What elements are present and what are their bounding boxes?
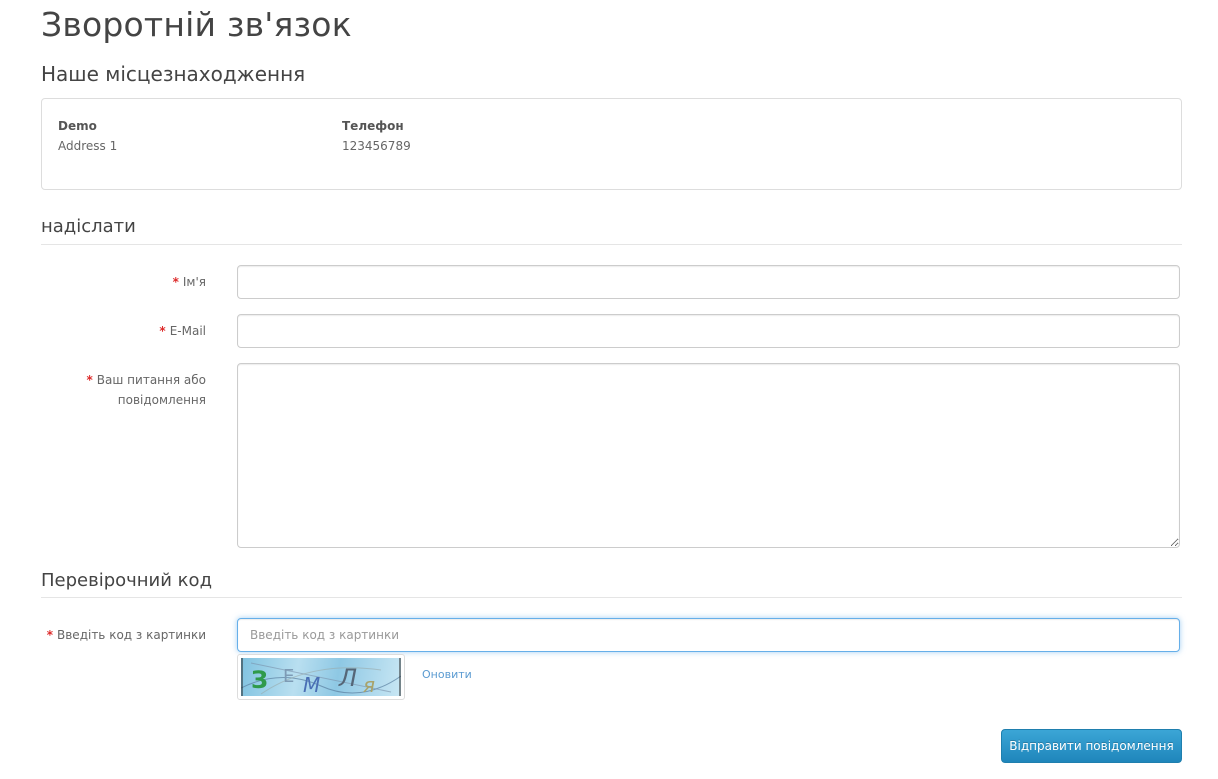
required-mark: *	[159, 324, 166, 338]
captcha-letter: М	[303, 673, 320, 696]
captcha-label: * Введіть код з картинки	[0, 625, 206, 645]
captcha-letter: Е	[283, 666, 294, 687]
name-input[interactable]	[237, 265, 1180, 299]
captcha-letter: З	[251, 666, 268, 694]
location-heading: Наше місцезнаходження	[41, 62, 306, 86]
captcha-image-frame: З Е М Л я	[237, 654, 405, 700]
enquiry-textarea[interactable]	[237, 363, 1180, 548]
captcha-letter: я	[363, 673, 375, 696]
location-panel: Demo Address 1 Телефон 123456789	[41, 98, 1182, 190]
form-heading: надіслати	[41, 216, 136, 237]
captcha-letter: Л	[338, 664, 357, 692]
phone-label: Телефон	[342, 119, 404, 133]
email-label: * E-Mail	[0, 321, 206, 341]
contact-page: Зворотній зв'язок Наше місцезнаходження …	[0, 0, 1218, 779]
captcha-heading: Перевірочний код	[41, 570, 213, 591]
required-mark: *	[172, 275, 179, 289]
captcha-refresh-link[interactable]: Оновити	[422, 668, 472, 681]
email-input[interactable]	[237, 314, 1180, 348]
phone-value: 123456789	[342, 139, 411, 153]
captcha-image-svg: З Е М Л я	[241, 658, 401, 696]
submit-button[interactable]: Відправити повідомлення	[1001, 729, 1182, 763]
divider	[41, 244, 1182, 245]
store-info: Demo Address 1	[58, 116, 117, 156]
name-label-text: Ім'я	[182, 275, 206, 289]
page-title: Зворотній зв'язок	[41, 5, 352, 44]
name-label: * Ім'я	[0, 272, 206, 292]
email-label-text: E-Mail	[169, 324, 206, 338]
phone-info: Телефон 123456789	[342, 116, 411, 156]
captcha-input[interactable]	[237, 618, 1180, 652]
divider	[41, 597, 1182, 598]
captcha-image: З Е М Л я	[241, 658, 401, 696]
captcha-label-text: Введіть код з картинки	[57, 628, 206, 642]
store-name: Demo	[58, 119, 97, 133]
enquiry-label-text: Ваш питання або повідомлення	[96, 373, 206, 407]
enquiry-label: * Ваш питання або повідомлення	[70, 370, 206, 410]
required-mark: *	[46, 628, 53, 642]
store-address: Address 1	[58, 139, 118, 153]
required-mark: *	[86, 373, 93, 387]
